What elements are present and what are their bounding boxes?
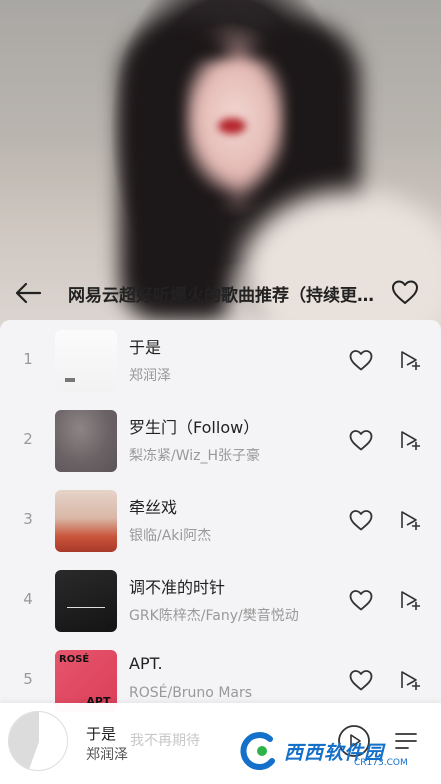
- song-list: 1 于是 郑润泽 2 罗生门（Follow） 梨冻紧/Wiz_H张子豪 3 牵丝…: [0, 320, 441, 720]
- add-to-playlist-icon[interactable]: [398, 428, 422, 452]
- song-index: 2: [23, 430, 33, 448]
- song-title: 于是: [129, 338, 162, 357]
- song-cover: [55, 490, 117, 552]
- heart-icon[interactable]: [348, 428, 374, 452]
- heart-icon[interactable]: [348, 348, 374, 372]
- playlist-title: 网易云超好听爆火的歌曲推荐（持续更新）: [68, 286, 380, 306]
- song-index: 5: [23, 670, 33, 688]
- song-title: 牵丝戏: [129, 498, 178, 517]
- now-playing-cover[interactable]: [8, 711, 68, 771]
- now-playing-artist: 郑润泽: [86, 747, 128, 763]
- song-title: APT.: [129, 654, 163, 673]
- song-row[interactable]: 1 于是 郑润泽: [0, 320, 441, 400]
- song-row[interactable]: 2 罗生门（Follow） 梨冻紧/Wiz_H张子豪: [0, 400, 441, 480]
- song-cover: [55, 330, 117, 392]
- now-playing-title: 于是: [86, 725, 117, 743]
- song-artist: 梨冻紧/Wiz_H张子豪: [129, 448, 261, 464]
- song-index: 4: [23, 590, 33, 608]
- song-artist: 郑润泽: [129, 368, 171, 384]
- song-row[interactable]: 4 调不准的时针 GRK陈梓杰/Fany/樊音悦动: [0, 560, 441, 640]
- heart-icon[interactable]: [348, 508, 374, 532]
- arrow-left-icon[interactable]: [12, 278, 44, 308]
- add-to-playlist-icon[interactable]: [398, 668, 422, 692]
- song-cover: [55, 570, 117, 632]
- heart-icon[interactable]: [348, 668, 374, 692]
- song-title: 调不准的时针: [129, 578, 226, 597]
- song-artist: ROSÉ/Bruno Mars: [129, 685, 253, 701]
- song-index: 3: [23, 510, 33, 528]
- song-row[interactable]: 3 牵丝戏 银临/Aki阿杰: [0, 480, 441, 560]
- lyric-line: 我不再期待: [130, 733, 200, 749]
- add-to-playlist-icon[interactable]: [398, 588, 422, 612]
- watermark-url: CR173.COM: [354, 758, 408, 768]
- song-artist: GRK陈梓杰/Fany/樊音悦动: [129, 608, 299, 624]
- cover-text: ROSÉ: [59, 654, 90, 665]
- watermark-logo-icon: [240, 732, 275, 771]
- heart-icon[interactable]: [348, 588, 374, 612]
- song-artist: 银临/Aki阿杰: [129, 528, 212, 544]
- song-cover: [55, 410, 117, 472]
- header-bar: 网易云超好听爆火的歌曲推荐（持续更新）: [0, 270, 441, 316]
- heart-outline-icon[interactable]: [390, 278, 420, 306]
- add-to-playlist-icon[interactable]: [398, 508, 422, 532]
- song-title: 罗生门（Follow）: [129, 418, 260, 437]
- add-to-playlist-icon[interactable]: [398, 348, 422, 372]
- site-watermark: 西西软件园 CR173.COM: [240, 728, 440, 774]
- song-index: 1: [23, 350, 33, 368]
